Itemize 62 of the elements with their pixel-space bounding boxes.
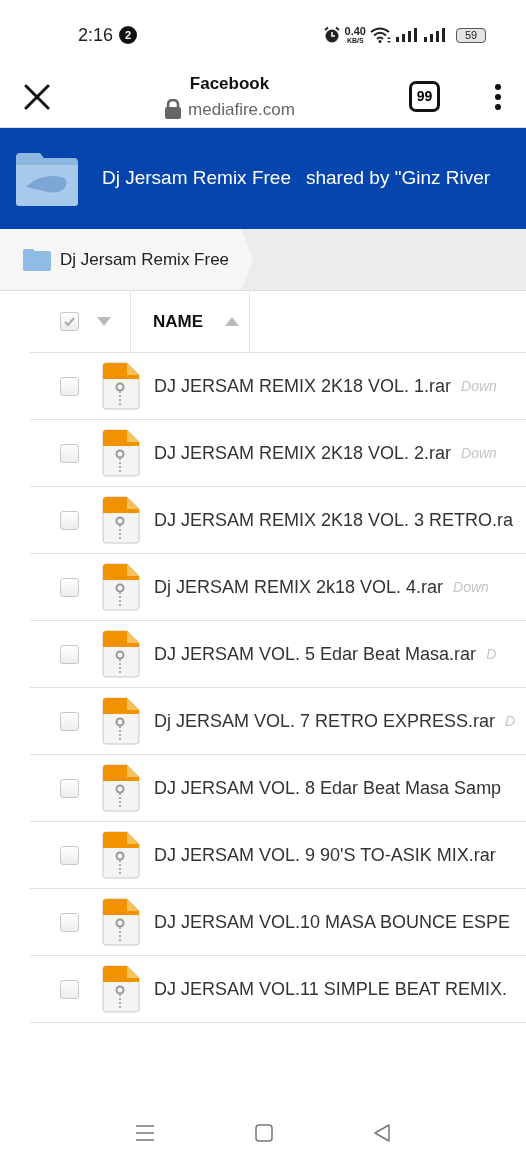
status-time: 2:16: [78, 23, 114, 47]
file-name[interactable]: Dj JERSAM VOL. 7 RETRO EXPRESS.rar: [154, 707, 496, 735]
file-name[interactable]: DJ JERSAM REMIX 2K18 VOL. 1.rar: [154, 372, 452, 400]
sort-ascending-icon: [225, 317, 240, 326]
home-square-icon[interactable]: [255, 1124, 273, 1142]
folder-title: Dj Jersam Remix Free: [102, 166, 291, 191]
download-hint: Down: [461, 376, 497, 396]
download-hint: Down: [453, 577, 489, 597]
file-name[interactable]: DJ JERSAM VOL. 8 Edar Beat Masa Samp: [154, 774, 502, 802]
file-name[interactable]: DJ JERSAM VOL. 9 90'S TO-ASIK MIX.rar: [154, 841, 496, 869]
row-checkbox[interactable]: [59, 845, 79, 865]
file-name[interactable]: DJ JERSAM VOL.11 SIMPLE BEAT REMIX.: [154, 975, 508, 1003]
file-name[interactable]: DJ JERSAM REMIX 2K18 VOL. 2.rar: [154, 439, 452, 467]
signal-icon: [424, 28, 448, 42]
row-checkbox[interactable]: [59, 778, 79, 798]
row-checkbox[interactable]: [59, 577, 79, 597]
file-name[interactable]: DJ JERSAM REMIX 2K18 VOL. 3 RETRO.ra: [154, 506, 514, 534]
select-all-checkbox[interactable]: [60, 312, 79, 331]
row-checkbox[interactable]: [59, 644, 79, 664]
page-title: Facebook: [189, 73, 270, 95]
row-checkbox[interactable]: [59, 376, 79, 396]
zip-file-icon: [100, 965, 140, 1013]
shared-by-text: shared by "Ginz River: [306, 166, 491, 191]
breadcrumb-item[interactable]: Dj Jersam Remix Free: [0, 229, 254, 290]
file-name[interactable]: DJ JERSAM VOL. 5 Edar Beat Masa.rar: [154, 640, 477, 668]
zip-file-icon: [100, 496, 140, 544]
wifi-icon: [370, 27, 392, 43]
alarm-icon: [322, 26, 341, 44]
page-url: mediafire.com: [188, 98, 295, 121]
row-checkbox[interactable]: [59, 912, 79, 932]
battery-indicator: 59: [456, 27, 486, 43]
folder-icon: [22, 247, 52, 272]
row-checkbox[interactable]: [59, 510, 79, 530]
file-name[interactable]: DJ JERSAM VOL.10 MASA BOUNCE ESPE: [154, 908, 511, 936]
row-checkbox[interactable]: [59, 979, 79, 999]
tab-count-button[interactable]: 99: [409, 81, 440, 112]
folder-icon: [14, 150, 80, 207]
zip-file-icon: [100, 362, 140, 410]
dropdown-caret-icon[interactable]: [97, 317, 111, 326]
zip-file-icon: [100, 429, 140, 477]
zip-file-icon: [100, 764, 140, 812]
download-hint: D: [486, 644, 497, 664]
zip-file-icon: [100, 898, 140, 946]
menu-icon[interactable]: [135, 1124, 155, 1142]
zip-file-icon: [100, 630, 140, 678]
row-checkbox[interactable]: [59, 711, 79, 731]
zip-file-icon: [100, 697, 140, 745]
download-hint: Down: [461, 443, 497, 463]
row-checkbox[interactable]: [59, 443, 79, 463]
download-hint: D: [505, 711, 516, 731]
zip-file-icon: [100, 831, 140, 879]
name-column-header[interactable]: NAME: [130, 291, 250, 352]
back-triangle-icon[interactable]: [373, 1124, 391, 1142]
checkmark-icon: [63, 315, 76, 328]
close-icon[interactable]: [24, 83, 50, 110]
file-name[interactable]: Dj JERSAM REMIX 2k18 VOL. 4.rar: [154, 573, 444, 601]
signal-icon: [396, 28, 420, 42]
more-options-icon[interactable]: [494, 83, 502, 110]
network-speed: 0.40: [344, 26, 366, 37]
lock-icon: [164, 99, 183, 120]
zip-file-icon: [100, 563, 140, 611]
notification-badge: 2: [119, 26, 138, 44]
